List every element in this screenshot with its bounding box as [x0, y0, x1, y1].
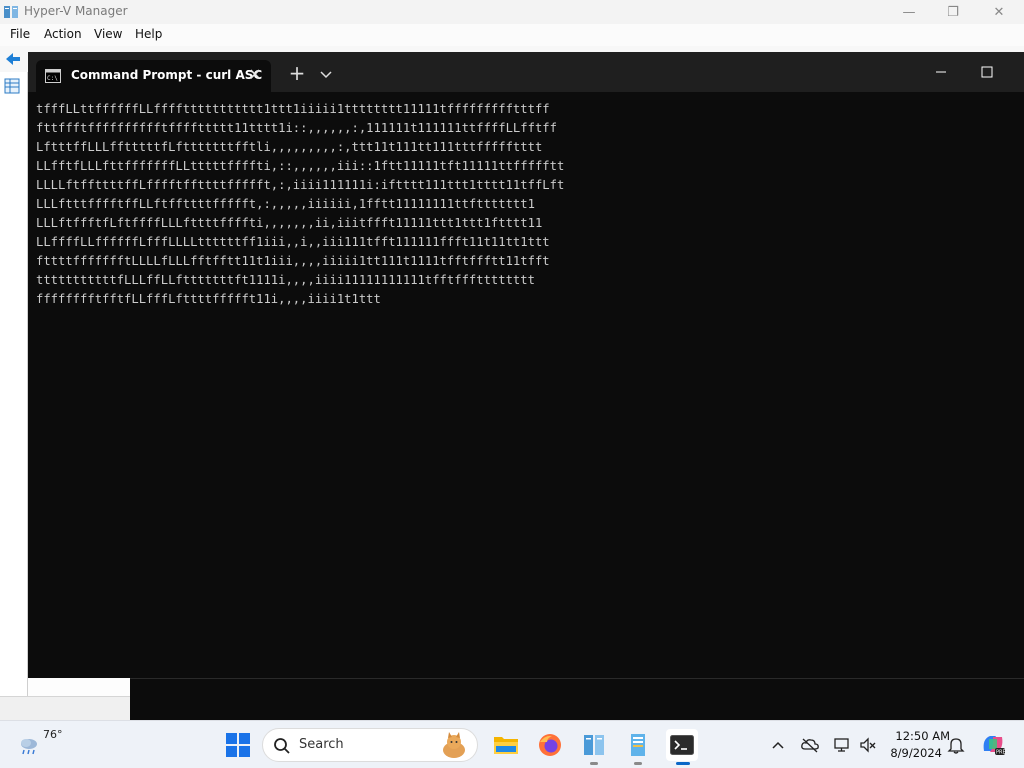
weather-rain-icon: [21, 739, 37, 755]
taskbar: 76° Search 12:50 AM 8/9/2024 PRE: [0, 720, 1024, 768]
server-icon: [631, 734, 645, 756]
weather-widget[interactable]: 76°: [14, 727, 74, 763]
taskbar-hyperv-manager[interactable]: [578, 729, 610, 765]
copilot-icon[interactable]: PRE: [980, 731, 1006, 757]
chevron-up-icon[interactable]: [768, 735, 788, 755]
hyperv-titlebar[interactable]: Hyper-V Manager — ❐ ✕: [0, 0, 1024, 24]
background-window-panel: [130, 678, 1024, 720]
hyperv-restore-button[interactable]: ❐: [930, 0, 976, 24]
taskbar-firefox[interactable]: [534, 729, 566, 761]
hyperv-icon: [584, 735, 604, 755]
hyperv-statusbar: [0, 696, 130, 720]
terminal-maximize-button[interactable]: [964, 58, 1010, 86]
cloud-offline-icon[interactable]: [800, 735, 820, 755]
hyperv-minimize-button[interactable]: —: [886, 0, 932, 24]
menu-help[interactable]: Help: [135, 27, 162, 41]
clock-time[interactable]: 12:50 AM: [880, 729, 950, 743]
tab-command-prompt[interactable]: C:\ Command Prompt - curl ASC ✕: [36, 60, 271, 92]
svg-text:PRE: PRE: [996, 750, 1006, 756]
hyperv-app-icon: [4, 6, 18, 18]
terminal-output-area[interactable]: tfffLLttffffffLLffffttttttttttt1ttt1iiii…: [36, 100, 1016, 670]
taskbar-terminal[interactable]: [666, 729, 698, 765]
hyperv-navigation-pane: [0, 72, 28, 696]
clock-date[interactable]: 8/9/2024: [880, 746, 942, 760]
windows-start-icon[interactable]: [226, 733, 250, 757]
terminal-tab-strip[interactable]: C:\ Command Prompt - curl ASC ✕ +: [28, 52, 1024, 92]
network-icon[interactable]: [832, 735, 852, 755]
terminal-minimize-button[interactable]: [918, 58, 964, 86]
tab-title: Command Prompt - curl ASC: [71, 68, 263, 82]
menu-action[interactable]: Action: [44, 27, 82, 41]
search-highlight-cat-icon: [443, 732, 465, 758]
volume-muted-icon[interactable]: [858, 735, 878, 755]
hyperv-title: Hyper-V Manager: [24, 4, 128, 18]
terminal-icon: [670, 735, 694, 755]
menu-view[interactable]: View: [94, 27, 122, 41]
folder-icon: [494, 737, 518, 754]
new-tab-button[interactable]: +: [285, 62, 309, 86]
search-icon: [274, 738, 290, 754]
menu-file[interactable]: File: [10, 27, 30, 41]
hyperv-tree-icon[interactable]: [4, 78, 20, 94]
taskbar-file-explorer[interactable]: [490, 729, 522, 761]
notification-bell-icon[interactable]: [946, 735, 966, 755]
firefox-icon: [539, 734, 561, 756]
svg-text:C:\: C:\: [47, 75, 58, 82]
back-arrow-icon[interactable]: [4, 50, 22, 68]
search-label: Search: [299, 737, 344, 752]
taskbar-search-box[interactable]: Search: [262, 728, 478, 762]
command-prompt-icon: C:\: [45, 69, 61, 83]
chevron-down-icon[interactable]: [316, 62, 336, 86]
weather-temperature: 76°: [43, 728, 63, 741]
hyperv-menubar: File Action View Help: [0, 24, 1024, 46]
ascii-art-output: tfffLLttffffffLLffffttttttttttt1ttt1iiii…: [36, 102, 565, 306]
tab-close-icon[interactable]: ✕: [245, 65, 265, 85]
taskbar-vm-connection[interactable]: [622, 729, 654, 765]
terminal-window[interactable]: C:\ Command Prompt - curl ASC ✕ + tfffLL…: [28, 52, 1024, 678]
hyperv-close-button[interactable]: ✕: [976, 0, 1022, 24]
